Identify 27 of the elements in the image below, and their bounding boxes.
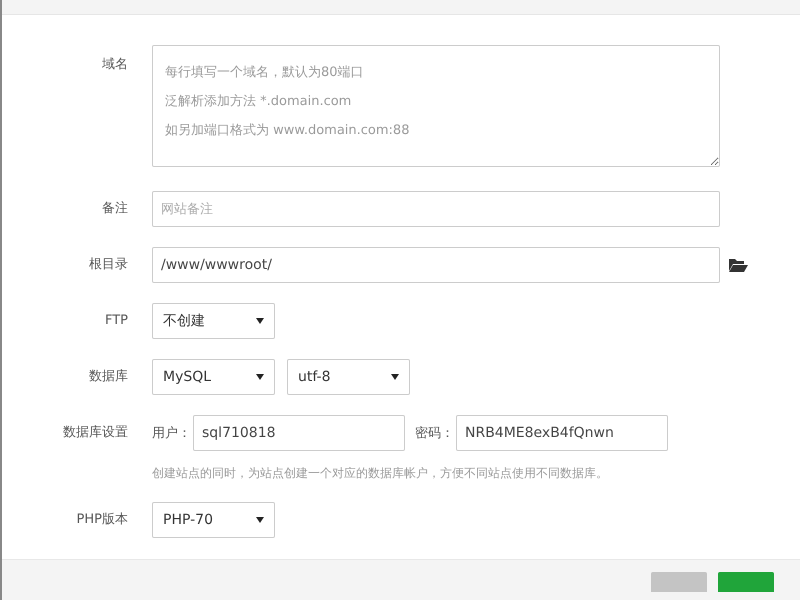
remark-field[interactable]: 网站备注 [152,191,720,227]
caret-icon [256,318,264,324]
dropdown[interactable]: utf-8 [287,359,410,395]
domain-field[interactable] [152,45,720,167]
field-label: 数据库 [88,368,129,386]
placeholder-text: 每行填写一个域名，默认为80端口 [165,64,365,82]
password-label: 密码： [415,425,454,442]
user-label: 用户： [152,425,191,442]
folder-icon[interactable] [728,257,748,273]
path-field[interactable]: /www/wwwroot/ [152,247,720,283]
caret-icon [256,374,264,380]
dropdown[interactable]: PHP-70 [152,502,275,538]
field-label: 数据库设置 [62,424,129,442]
password-field[interactable]: NRB4ME8exB4fQnwn [456,415,668,451]
field-label: 域名 [101,56,129,74]
caret-icon [256,517,264,523]
field-label: PHP版本 [76,511,129,529]
dropdown[interactable]: 不创建 [152,303,275,339]
placeholder-text: 如另加端口格式为 www.domain.com:88 [165,122,410,140]
placeholder-text: 泛解析添加方法 *.domain.com [165,93,352,111]
dropdown[interactable]: MySQL [152,359,275,395]
caret-icon [391,374,399,380]
field-label: 备注 [101,200,129,218]
user-field[interactable]: sql710818 [193,415,405,451]
field-label: 根目录 [88,256,129,274]
field-label: FTP [104,312,129,330]
help-text: 创建站点的同时，为站点创建一个对应的数据库帐户，方便不同站点使用不同数据库。 [152,465,609,482]
